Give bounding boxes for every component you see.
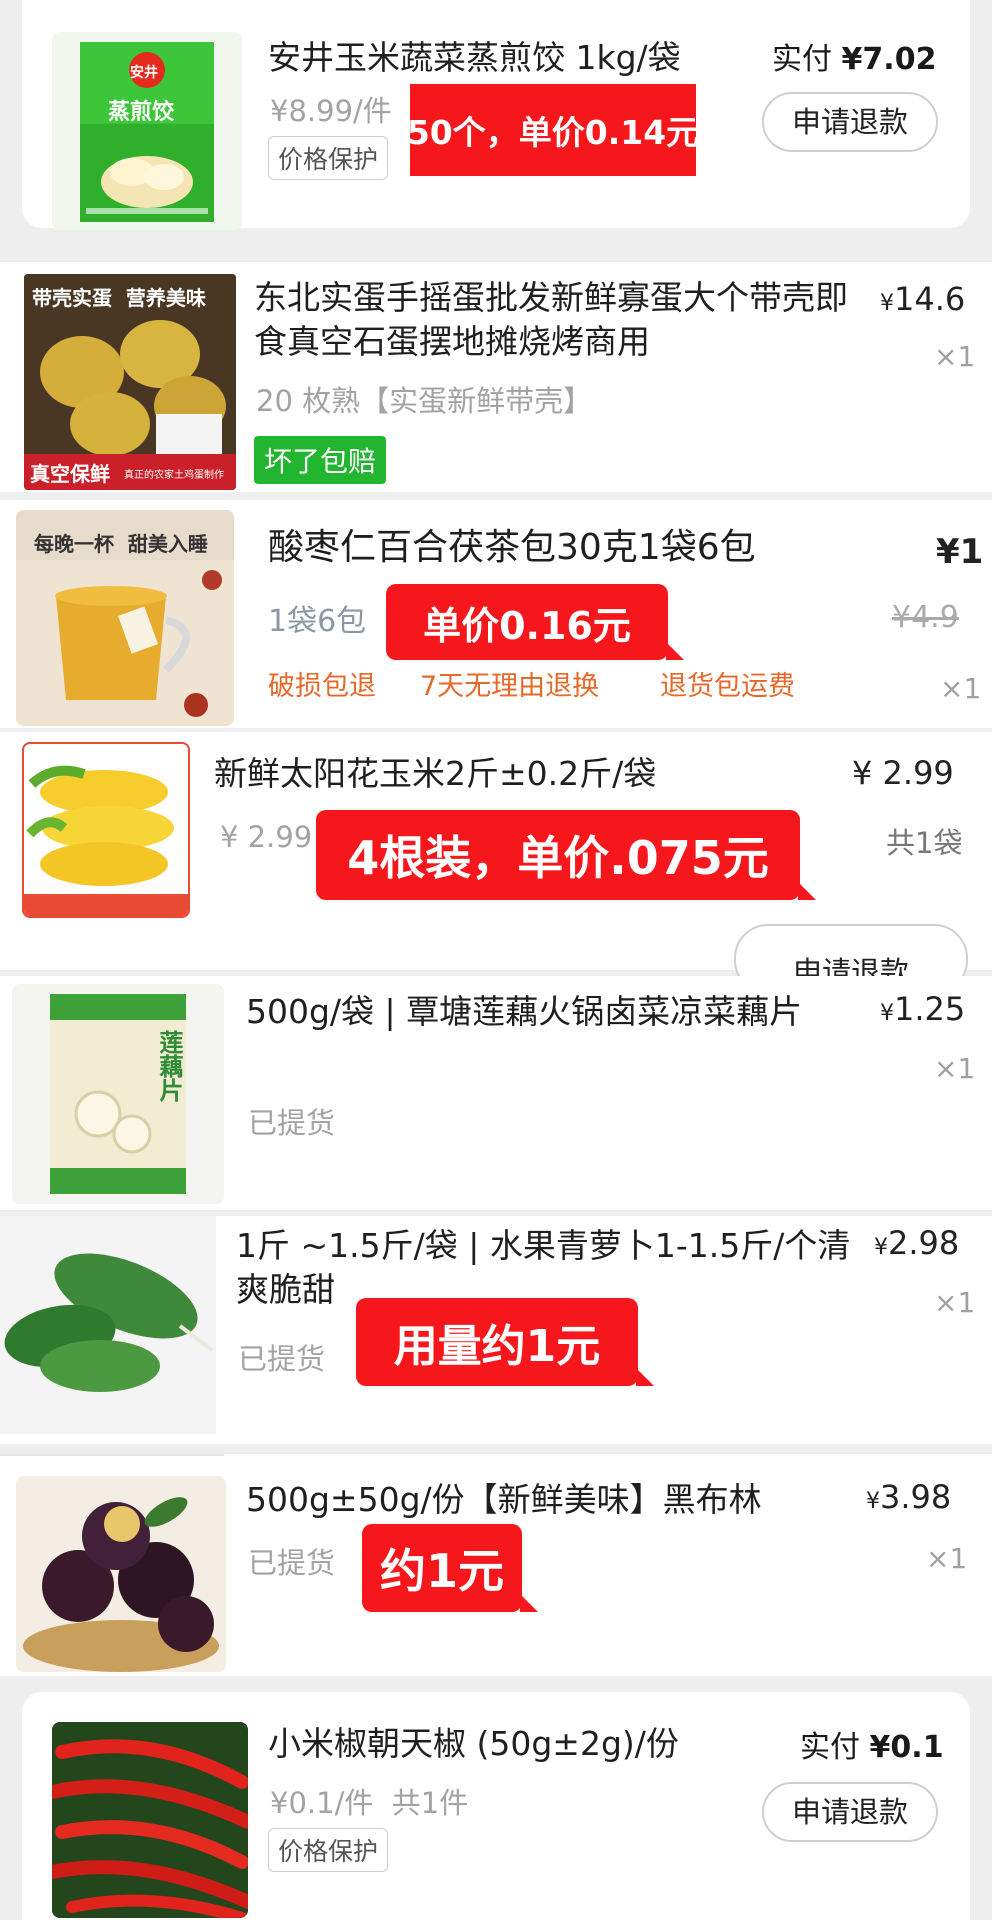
product-thumbnail[interactable] xyxy=(16,1476,226,1672)
price-protection-tag[interactable]: 价格保护 xyxy=(268,136,389,180)
product-title: 酸枣仁百合茯茶包30克1袋6包 xyxy=(268,527,756,568)
price-note-label: 50个，单价0.14元 xyxy=(407,84,699,176)
price-note-text: 约1元 xyxy=(379,1544,504,1598)
radish-image xyxy=(0,1216,216,1434)
label-tail xyxy=(520,1594,538,1612)
product-title: 500g±50g/份【新鲜美味】黑布林 xyxy=(246,1480,762,1519)
label-tail xyxy=(666,642,684,660)
unit-price-and-count: ¥0.1/件 共1件 xyxy=(270,1786,469,1820)
refund-button[interactable]: 申请退款 xyxy=(762,92,938,152)
order-item-card[interactable]: 带壳实蛋 营养美味 真空保鲜 真正的农家土鸡蛋制作 东北实蛋手摇蛋批发新鲜寡蛋大… xyxy=(0,262,992,492)
product-spec: 20 枚熟【实蛋新鲜带壳】 xyxy=(256,384,593,418)
price-value: 2.98 xyxy=(888,1224,960,1262)
product-price: ¥2.98 xyxy=(874,1224,959,1262)
unit-price: ¥ 2.99 xyxy=(220,820,313,854)
product-thumbnail[interactable] xyxy=(0,1216,216,1434)
price-note-label: 4根装，单价.075元 xyxy=(316,810,816,900)
quantity: ×1 xyxy=(940,672,982,705)
product-thumbnail[interactable] xyxy=(22,742,190,918)
thumb-bottom-subtext: 真正的农家土鸡蛋制作 xyxy=(124,470,224,481)
price-note-label: 约1元 xyxy=(362,1524,538,1612)
price-note-text: 单价0.16元 xyxy=(423,603,631,648)
service-tag: 退货包运费 xyxy=(660,671,795,702)
price-value: 14.6 xyxy=(894,280,966,318)
product-thumbnail[interactable]: 莲藕片 xyxy=(12,984,224,1204)
service-tag: 破损包退 xyxy=(268,671,376,702)
lotus-root-bag-image xyxy=(12,984,224,1204)
pickup-status: 已提货 xyxy=(238,1342,326,1376)
price-value: 3.98 xyxy=(880,1478,952,1516)
price-protection-tag[interactable]: 价格保护 xyxy=(268,1828,389,1872)
price-currency: ¥ xyxy=(874,1235,888,1260)
pickup-status: 已提货 xyxy=(248,1106,336,1140)
price-note-text: 4根装，单价.075元 xyxy=(347,831,769,885)
product-price: ¥3.98 xyxy=(866,1478,951,1516)
product-title: 安井玉米蔬菜蒸煎饺 1kg/袋 xyxy=(268,38,681,77)
thumb-brand-text: 安井 xyxy=(130,65,158,81)
paid-value: ¥0.1 xyxy=(869,1730,944,1765)
product-title: 500g/袋 | 覃塘莲藕火锅卤菜凉菜藕片 xyxy=(246,992,803,1031)
paid-amount: 实付 ¥0.1 xyxy=(800,1722,944,1766)
paid-amount: 实付 ¥7.02 xyxy=(772,34,936,78)
product-thumbnail[interactable]: 每晚一杯 甜美入睡 xyxy=(16,510,234,726)
thumb-slogan-text: 每晚一杯 甜美入睡 xyxy=(34,532,208,556)
price-note-label: 单价0.16元 xyxy=(386,584,684,660)
divider xyxy=(0,1454,224,1456)
corn-image xyxy=(24,765,188,916)
quantity: ×1 xyxy=(934,340,976,373)
product-thumbnail[interactable]: 安井 蒸煎饺 xyxy=(52,32,242,230)
service-tag: 7天无理由退换 xyxy=(420,671,600,702)
product-price: ¥1.25 xyxy=(880,990,965,1028)
refund-button[interactable]: 申请退款 xyxy=(762,1782,938,1842)
price-currency: ¥ xyxy=(880,291,894,316)
plum-basket-image xyxy=(16,1476,226,1672)
order-item-card[interactable]: 莲藕片 500g/袋 | 覃塘莲藕火锅卤菜凉菜藕片 已提货 ¥1.25 ×1 xyxy=(0,976,992,1210)
price-value: 1.25 xyxy=(894,990,966,1028)
product-price: ¥1 xyxy=(936,532,984,572)
price-note-label: 用量约1元 xyxy=(356,1298,654,1386)
quantity: ×1 xyxy=(934,1052,976,1085)
pickup-status: 已提货 xyxy=(248,1546,336,1580)
original-price: ¥4.9 xyxy=(892,600,959,635)
quantity: ×1 xyxy=(926,1542,968,1575)
price-note-text: 用量约1元 xyxy=(393,1321,601,1372)
product-thumbnail[interactable]: 带壳实蛋 营养美味 真空保鲜 真正的农家土鸡蛋制作 xyxy=(24,274,236,490)
thumb-top-text: 带壳实蛋 营养美味 xyxy=(32,286,206,310)
product-title: 小米椒朝天椒 (50g±2g)/份 xyxy=(268,1724,679,1763)
chili-pepper-image xyxy=(52,1722,248,1918)
price-currency: ¥ xyxy=(880,1001,894,1026)
product-price: ¥14.6 xyxy=(880,280,965,318)
product-thumbnail[interactable] xyxy=(52,1722,248,1918)
paid-value: ¥7.02 xyxy=(841,42,937,77)
guarantee-badge: 坏了包赔 xyxy=(254,436,387,484)
order-item-card[interactable]: 小米椒朝天椒 (50g±2g)/份 ¥0.1/件 共1件 价格保护 实付 ¥0.… xyxy=(22,1692,970,1920)
thumb-bottom-text: 真空保鲜 xyxy=(30,462,110,486)
quantity: ×1 xyxy=(934,1286,976,1319)
thumb-product-text: 莲藕片 xyxy=(155,1030,183,1102)
thumb-product-text: 蒸煎饺 xyxy=(108,100,175,125)
unit-price: ¥8.99/件 xyxy=(270,94,392,128)
price-currency: ¥ xyxy=(866,1489,880,1514)
quantity: 共1袋 xyxy=(886,826,963,860)
product-price: ¥ 2.99 xyxy=(852,754,954,792)
label-tail xyxy=(636,1368,654,1386)
label-tail xyxy=(798,882,816,900)
paid-label: 实付 xyxy=(800,1730,860,1765)
product-spec: 1袋6包 xyxy=(268,604,367,639)
paid-label: 实付 xyxy=(772,42,832,77)
product-title: 东北实蛋手摇蛋批发新鲜寡蛋大个带壳即食真空石蛋摆地摊烧烤商用 xyxy=(254,278,848,361)
product-title: 新鲜太阳花玉米2斤±0.2斤/袋 xyxy=(214,754,657,793)
